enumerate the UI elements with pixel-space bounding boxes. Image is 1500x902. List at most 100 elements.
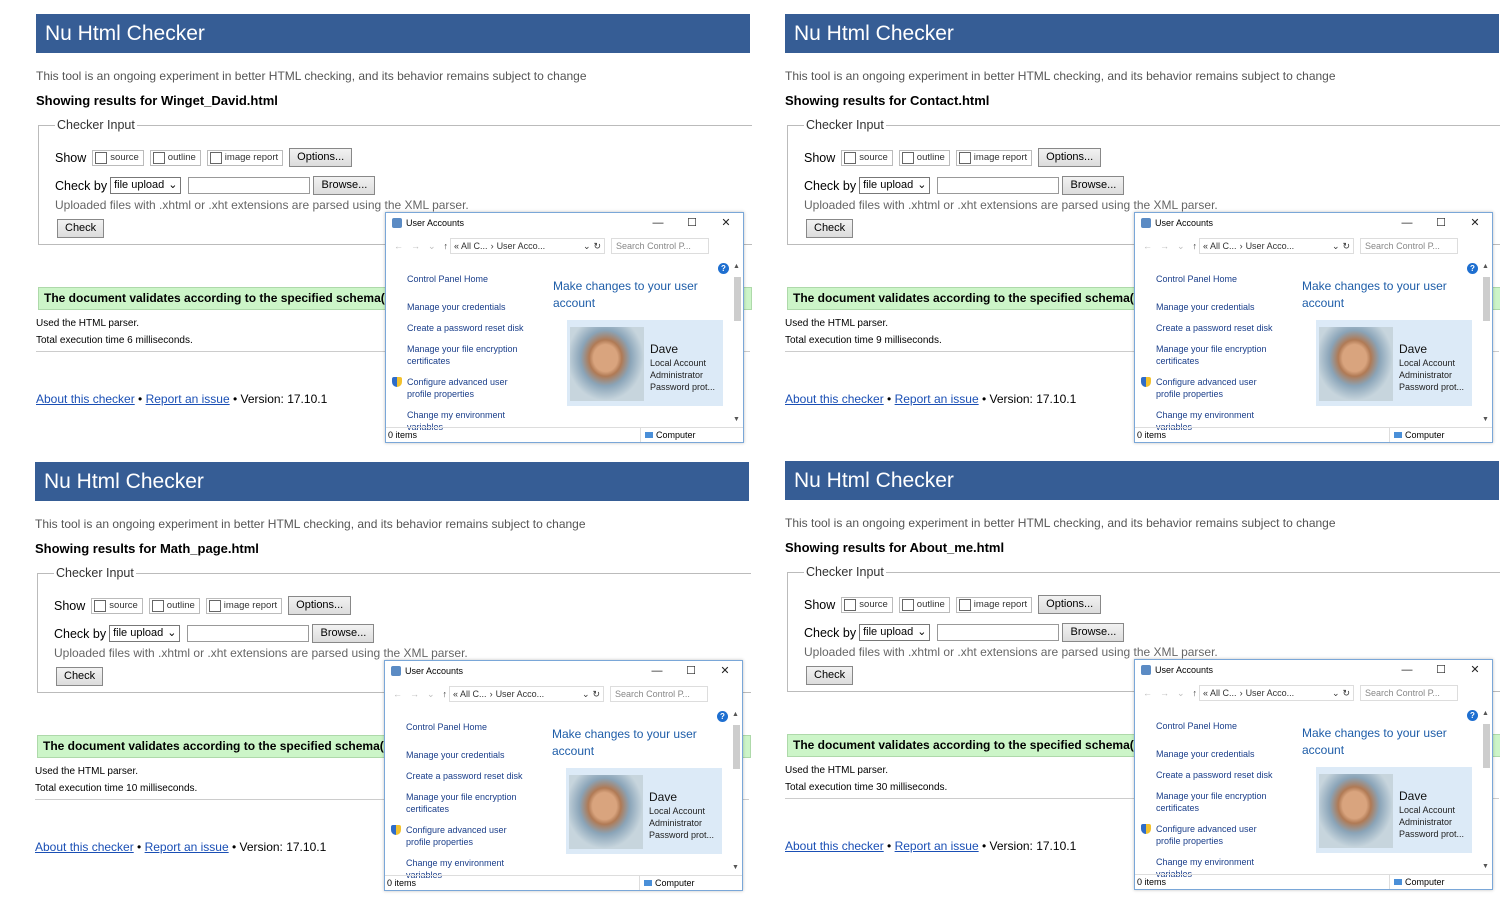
about-link[interactable]: About this checker [36,392,135,406]
about-link[interactable]: About this checker [785,392,884,406]
outline-checkbox[interactable] [152,151,165,164]
outline-checkbox[interactable] [901,598,914,611]
nav-password-reset-disk[interactable]: Create a password reset disk [1156,322,1281,334]
minimize-icon[interactable]: — [641,213,675,233]
outline-option[interactable]: outline [898,149,950,166]
user-accounts-window[interactable]: User Accounts — ☐ ✕ ←→⌄ ↑ « All C... › U… [384,660,743,891]
report-issue-link[interactable]: Report an issue [146,392,230,406]
address-bar[interactable]: « All C... › User Acco... ⌄ ↻ [449,686,605,702]
source-checkbox[interactable] [844,598,857,611]
window-titlebar[interactable]: User Accounts — ☐ ✕ [386,213,743,233]
maximize-icon[interactable]: ☐ [674,661,708,681]
about-link[interactable]: About this checker [35,840,134,854]
nav-advanced-profile[interactable]: Configure advanced user profile properti… [1141,376,1281,400]
scroll-up-icon[interactable]: ▲ [732,711,739,718]
scroll-thumb[interactable] [734,277,741,321]
help-icon[interactable]: ? [1467,263,1478,274]
close-icon[interactable]: ✕ [1458,213,1492,233]
nav-control-panel-home[interactable]: Control Panel Home [406,721,531,733]
check-by-select[interactable]: file upload ⌄ [859,624,931,641]
image-report-checkbox[interactable] [209,151,222,164]
nav-advanced-profile[interactable]: Configure advanced user profile properti… [392,376,532,400]
nav-password-reset-disk[interactable]: Create a password reset disk [406,770,531,782]
maximize-icon[interactable]: ☐ [675,213,709,233]
options-button[interactable]: Options... [1038,148,1102,167]
browse-button[interactable]: Browse... [1062,623,1125,642]
chevron-down-icon[interactable]: ⌄ [1332,688,1340,699]
address-bar[interactable]: « All C... › User Acco... ⌄ ↻ [1199,685,1355,701]
file-path-field[interactable] [937,624,1060,641]
up-arrow-icon[interactable]: ↑ [444,241,449,251]
back-forward-icon[interactable]: ←→⌄ [1143,688,1193,699]
check-button[interactable]: Check [57,219,105,238]
breadcrumb-all-control-panel[interactable]: « All C... [1203,241,1237,251]
back-forward-icon[interactable]: ←→⌄ [393,689,443,700]
up-arrow-icon[interactable]: ↑ [443,689,448,699]
breadcrumb-all-control-panel[interactable]: « All C... [453,689,487,699]
scrollbar[interactable]: ▲ ▼ [733,263,742,423]
about-link[interactable]: About this checker [785,839,884,853]
search-input[interactable]: Search Control P... [611,238,710,254]
scrollbar[interactable]: ▲ ▼ [1482,710,1491,870]
options-button[interactable]: Options... [288,596,352,615]
file-path-field[interactable] [187,625,310,642]
search-input[interactable]: Search Control P... [610,686,709,702]
close-icon[interactable]: ✕ [709,213,743,233]
scroll-down-icon[interactable]: ▼ [1482,863,1489,870]
scrollbar[interactable]: ▲ ▼ [732,711,741,871]
scroll-up-icon[interactable]: ▲ [733,263,740,270]
source-checkbox[interactable] [95,151,108,164]
nav-manage-credentials[interactable]: Manage your credentials [406,749,531,761]
maximize-icon[interactable]: ☐ [1424,660,1458,680]
nav-file-encryption[interactable]: Manage your file encryption certificates [407,343,532,367]
nav-password-reset-disk[interactable]: Create a password reset disk [407,322,532,334]
window-titlebar[interactable]: User Accounts — ☐ ✕ [1135,213,1492,233]
image-report-option[interactable]: image report [955,596,1033,613]
refresh-icon[interactable]: ↻ [1343,241,1351,252]
image-report-checkbox[interactable] [208,599,221,612]
scroll-thumb[interactable] [1483,277,1490,321]
browse-button[interactable]: Browse... [312,624,375,643]
window-titlebar[interactable]: User Accounts — ☐ ✕ [385,661,742,681]
scroll-thumb[interactable] [1483,724,1490,768]
nav-file-encryption[interactable]: Manage your file encryption certificates [1156,790,1281,814]
scroll-thumb[interactable] [733,725,740,769]
breadcrumb-user-accounts[interactable]: User Acco... [1246,688,1295,698]
check-by-select[interactable]: file upload ⌄ [110,177,182,194]
nav-file-encryption[interactable]: Manage your file encryption certificates [1156,343,1281,367]
nav-control-panel-home[interactable]: Control Panel Home [1156,273,1281,285]
chevron-down-icon[interactable]: ⌄ [1332,241,1340,252]
nav-file-encryption[interactable]: Manage your file encryption certificates [406,791,531,815]
image-report-option[interactable]: image report [206,149,284,166]
refresh-icon[interactable]: ↻ [594,241,602,252]
breadcrumb-user-accounts[interactable]: User Acco... [496,689,545,699]
options-button[interactable]: Options... [1038,595,1102,614]
outline-checkbox[interactable] [151,599,164,612]
breadcrumb-all-control-panel[interactable]: « All C... [454,241,488,251]
address-bar[interactable]: « All C... › User Acco... ⌄ ↻ [450,238,606,254]
window-titlebar[interactable]: User Accounts — ☐ ✕ [1135,660,1492,680]
outline-option[interactable]: outline [148,597,200,614]
scroll-down-icon[interactable]: ▼ [732,864,739,871]
help-icon[interactable]: ? [717,711,728,722]
source-option[interactable]: source [91,597,143,614]
close-icon[interactable]: ✕ [708,661,742,681]
outline-option[interactable]: outline [149,149,201,166]
scroll-down-icon[interactable]: ▼ [733,416,740,423]
minimize-icon[interactable]: — [640,661,674,681]
browse-button[interactable]: Browse... [313,176,376,195]
source-option[interactable]: source [841,149,893,166]
chevron-down-icon[interactable]: ⌄ [582,689,590,700]
image-report-checkbox[interactable] [958,151,971,164]
check-by-select[interactable]: file upload ⌄ [109,625,181,642]
check-by-select[interactable]: file upload ⌄ [859,177,931,194]
address-bar[interactable]: « All C... › User Acco... ⌄ ↻ [1199,238,1355,254]
breadcrumb-user-accounts[interactable]: User Acco... [1246,241,1295,251]
file-path-field[interactable] [188,177,311,194]
nav-manage-credentials[interactable]: Manage your credentials [1156,301,1281,313]
nav-control-panel-home[interactable]: Control Panel Home [407,273,532,285]
browse-button[interactable]: Browse... [1062,176,1125,195]
up-arrow-icon[interactable]: ↑ [1193,688,1198,698]
user-accounts-window[interactable]: User Accounts — ☐ ✕ ←→⌄ ↑ « All C... › U… [1134,212,1493,443]
options-button[interactable]: Options... [289,148,353,167]
